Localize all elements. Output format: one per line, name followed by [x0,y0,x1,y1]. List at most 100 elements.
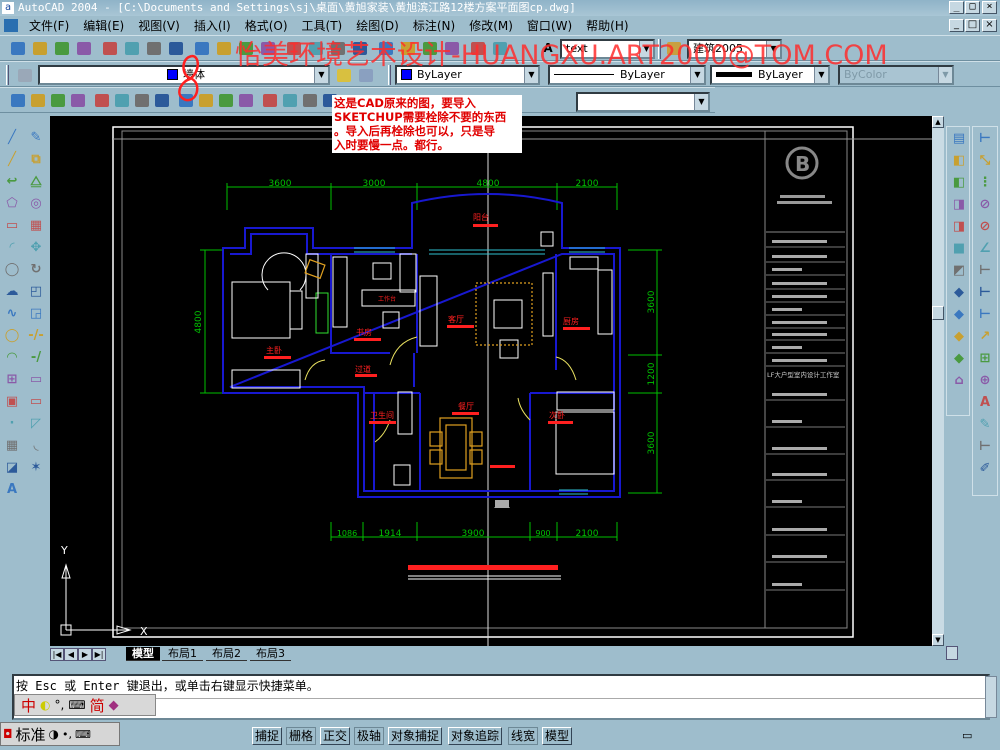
ordinate-dim-icon[interactable]: ⋮ [974,171,996,193]
text-style-icon[interactable]: A [538,38,558,58]
status-toggle[interactable]: 对象捕捉 [388,727,443,745]
menu-item[interactable]: 修改(M) [462,17,520,34]
back-view-icon[interactable]: ◩ [948,259,970,281]
doc-minimize-button[interactable]: _ [949,19,964,32]
tolerance-icon[interactable]: ⊞ [974,347,996,369]
menu-item[interactable]: 帮助(H) [579,17,635,34]
arc-icon[interactable]: ◜ [1,236,23,258]
status-toggle[interactable]: 对象追踪 [448,727,503,745]
moon-icon[interactable]: ◑ [49,727,59,741]
preview-icon[interactable] [100,38,120,58]
undo-icon[interactable] [236,38,256,58]
command-scrollbar[interactable] [985,676,997,718]
autocad-app-icon[interactable]: a [2,2,14,14]
3d-orbit-icon[interactable] [260,90,280,110]
drawing-canvas[interactable]: B LF大户型室内设计工作室 3600 3000 4800 2100 4800 … [50,116,932,646]
spline-icon[interactable]: ∿ [1,302,23,324]
make-object-layer-current-icon[interactable] [334,65,354,85]
chevron-down-icon[interactable]: ▼ [694,94,708,110]
menu-item[interactable]: 视图(V) [131,17,187,34]
tab-model[interactable]: 模型 [126,647,160,661]
minimize-button[interactable]: _ [949,1,964,14]
scene-icon[interactable] [28,90,48,110]
ellipse-icon[interactable]: ◯ [1,324,23,346]
tab-layout1[interactable]: 布局1 [162,647,203,661]
scroll-down-arrow[interactable]: ▼ [932,634,944,646]
matchprop-icon[interactable] [214,38,234,58]
materials-icon[interactable] [68,90,88,110]
ime-help-icon[interactable]: ◆ [109,698,119,713]
array-icon[interactable]: ▦ [25,214,47,236]
polygon-icon[interactable]: ⬠ [1,192,23,214]
chamfer-icon[interactable]: ◸ [25,412,47,434]
menu-item[interactable]: 编辑(E) [76,17,131,34]
make-block-icon[interactable]: ▣ [1,390,23,412]
fog-icon[interactable] [152,90,172,110]
chevron-down-icon[interactable]: ▼ [690,67,704,83]
menu-item[interactable]: 绘图(D) [349,17,406,34]
dim-update-icon[interactable]: ⊢ [974,435,996,457]
chevron-down-icon[interactable]: ▼ [639,41,653,57]
toolbar-grip[interactable] [658,39,661,59]
scroll-up-arrow[interactable]: ▲ [932,116,944,128]
zoom-previous-icon[interactable] [350,38,370,58]
dimtedit-icon[interactable]: ✎ [974,413,996,435]
menu-item[interactable]: 工具(T) [295,17,350,34]
cut-icon[interactable] [144,38,164,58]
move-icon[interactable]: ✥ [25,236,47,258]
mirror-icon[interactable]: ⧋ [25,170,47,192]
doc-restore-button[interactable]: □ [965,19,980,32]
zoom-realtime-icon[interactable] [306,38,326,58]
chevron-down-icon[interactable]: ▼ [314,67,328,83]
soft-keyboard-icon[interactable]: ⌨ [75,728,91,741]
background-icon[interactable] [132,90,152,110]
dim-style-icon[interactable] [664,38,684,58]
leader-icon[interactable]: ↗ [974,325,996,347]
left-view-icon[interactable]: ◨ [948,193,970,215]
chevron-down-icon[interactable]: ▼ [766,41,780,57]
ne-iso-icon[interactable]: ◆ [948,325,970,347]
layer-previous-icon[interactable] [356,65,376,85]
menu-item[interactable]: 窗口(W) [520,17,579,34]
right-view-icon[interactable]: ◨ [948,215,970,237]
radius-dim-icon[interactable]: ⊘ [974,193,996,215]
properties-icon[interactable] [376,38,396,58]
ime-charset[interactable]: 简 [90,695,105,716]
nudge-icon[interactable] [300,90,320,110]
print-icon[interactable] [74,38,94,58]
trim-icon[interactable]: -/- [25,324,47,346]
maximize-button[interactable]: □ [965,1,980,14]
offset-icon[interactable]: ◎ [25,192,47,214]
linetype-select[interactable]: ByLayer ▼ [548,65,706,85]
landscape-new-icon[interactable] [112,90,132,110]
hatch-icon[interactable]: ▦ [1,434,23,456]
publish-icon[interactable] [122,38,142,58]
linear-dim-icon[interactable]: ⊢ [974,127,996,149]
view-select[interactable]: ▼ [576,92,710,112]
rectangle-icon[interactable]: ▭ [1,214,23,236]
top-view-icon[interactable]: ◧ [948,149,970,171]
chevron-down-icon[interactable]: ▼ [524,67,538,83]
keyboard-icon[interactable]: ⌨ [68,698,85,712]
text-icon[interactable]: A [1,478,23,500]
punctuation-icon[interactable]: °, [55,698,65,712]
stretch-icon[interactable]: ◲ [25,302,47,324]
chevron-down-icon[interactable]: ▼ [814,67,828,83]
circle-icon[interactable]: ◯ [1,258,23,280]
command-window[interactable]: 按 Esc 或 Enter 键退出，或单击右键显示快捷菜单。 [12,674,990,720]
ime-logo-icon[interactable]: ◘ [3,727,13,741]
aligned-dim-icon[interactable]: ⤡ [974,149,996,171]
camera-view-icon[interactable]: ⌂ [948,369,970,391]
last-tab-button[interactable]: ▶| [92,648,106,661]
dimedit-icon[interactable]: A [974,391,996,413]
tab-layout3[interactable]: 布局3 [250,647,291,661]
dim-style-select[interactable]: 建筑2005 ▼ [687,39,782,59]
redo-icon[interactable] [258,38,278,58]
extend-icon[interactable]: -/ [25,346,47,368]
nw-iso-icon[interactable]: ◆ [948,347,970,369]
ime-style[interactable]: 标准 [16,724,46,745]
status-toggle[interactable]: 栅格 [286,727,317,745]
dbconnect-icon[interactable] [442,38,462,58]
vertical-scrollbar[interactable]: ▲ ▼ [932,116,944,646]
status-toggle[interactable]: 捕捉 [252,727,283,745]
